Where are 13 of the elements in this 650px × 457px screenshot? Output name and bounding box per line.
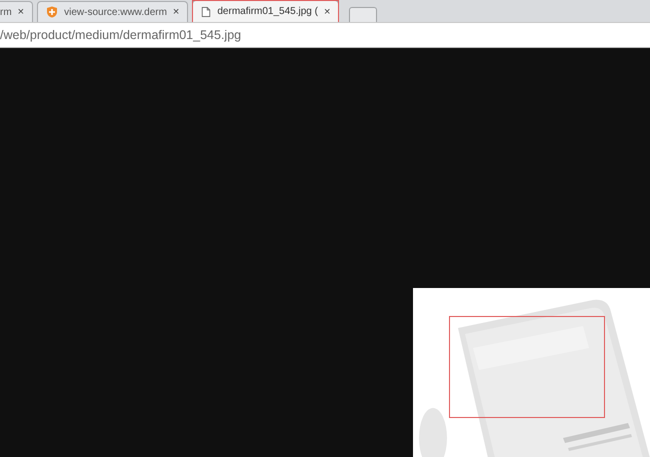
close-tab-button[interactable]: ×: [172, 6, 180, 18]
tab-title: rm: [0, 6, 12, 18]
tab-title: dermafirm01_545.jpg (: [217, 6, 318, 17]
page-icon: [201, 6, 212, 18]
tab-title: view-source:www.derm: [64, 6, 167, 18]
close-tab-button[interactable]: ×: [18, 6, 24, 18]
browser-tab[interactable]: dermafirm01_545.jpg ( ×: [192, 0, 340, 22]
browser-tab[interactable]: view-source:www.derm ×: [37, 1, 188, 22]
new-tab-button[interactable]: [349, 7, 378, 22]
browser-tab[interactable]: rm ×: [0, 1, 34, 22]
shield-icon: [46, 6, 58, 18]
close-tab-button[interactable]: ×: [324, 6, 330, 18]
address-bar[interactable]: /web/product/medium/dermafirm01_545.jpg: [0, 22, 650, 48]
